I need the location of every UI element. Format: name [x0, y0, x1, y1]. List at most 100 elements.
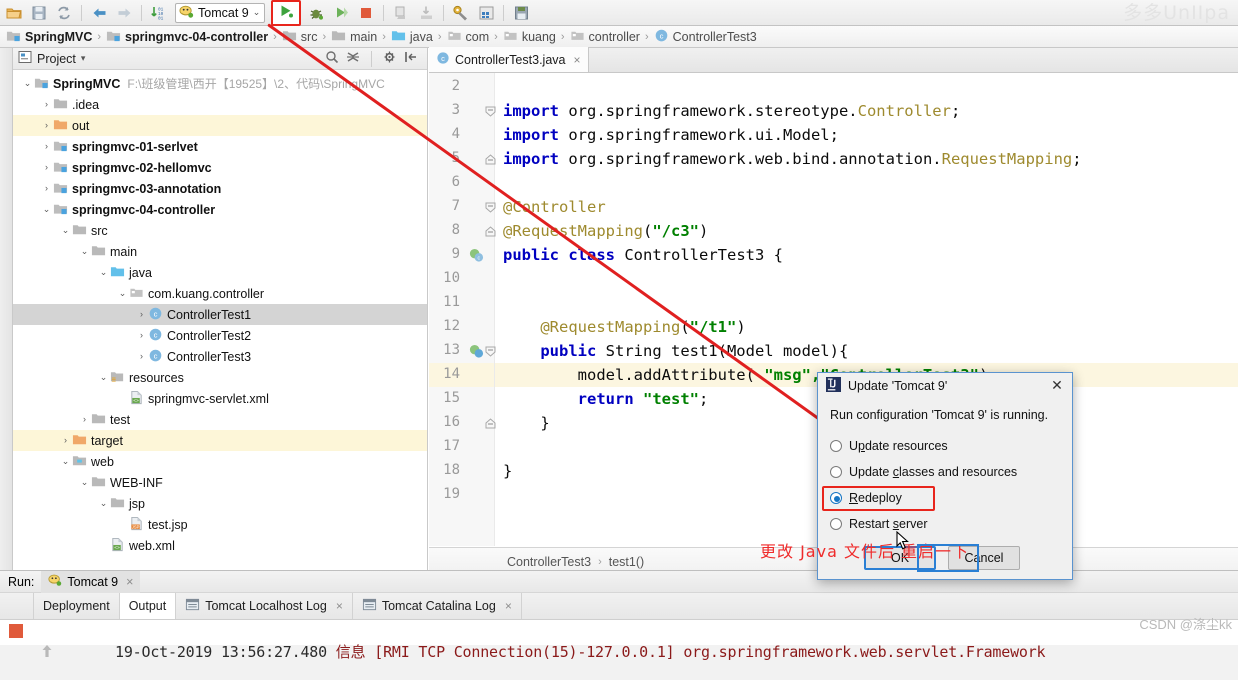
tree-node-springmvc[interactable]: ⌄ SpringMVC F:\班级管理\西开【19525】\2、代码\SpringM… [13, 73, 427, 94]
code-line-18[interactable]: } [503, 459, 512, 483]
tree-node-out[interactable]: › out [13, 115, 427, 136]
breadcrumb-item-main[interactable]: main [329, 28, 379, 46]
project-tree[interactable]: ⌄ SpringMVC F:\班级管理\西开【19525】\2、代码\SpringM… [13, 71, 427, 576]
tree-node-test[interactable]: › test [13, 409, 427, 430]
run-subtab-tomcat-localhost-log[interactable]: Tomcat Localhost Log × [175, 593, 353, 619]
chevron-right-icon[interactable]: › [40, 184, 53, 193]
radio-option-3[interactable]: Restart server [830, 511, 1060, 537]
chevron-down-icon[interactable]: ⌄ [40, 205, 53, 214]
code-line-12[interactable]: @RequestMapping("/t1") [503, 315, 745, 339]
chevron-right-icon[interactable]: › [40, 142, 53, 151]
chevron-right-icon[interactable]: › [40, 163, 53, 172]
chevron-down-icon[interactable]: ⌄ [59, 226, 72, 235]
tree-node-springmvc-01-serlvet[interactable]: › springmvc-01-serlvet [13, 136, 427, 157]
gear-icon[interactable] [383, 50, 397, 67]
radio-button-icon[interactable] [830, 492, 842, 504]
close-icon[interactable]: × [126, 575, 133, 589]
tree-node-target[interactable]: › target [13, 430, 427, 451]
class-gutter-icon[interactable]: c [469, 248, 484, 266]
code-line-3[interactable]: import org.springframework.stereotype.Co… [503, 99, 960, 123]
tree-node-controllertest2[interactable]: › c ControllerTest2 [13, 325, 427, 346]
tree-node-java[interactable]: ⌄ java [13, 262, 427, 283]
radio-button-icon[interactable] [830, 518, 842, 530]
run-coverage-icon[interactable] [329, 2, 353, 24]
radio-button-icon[interactable] [830, 466, 842, 478]
sync-icon[interactable] [52, 2, 76, 24]
breadcrumb-item-controllertest3[interactable]: c ControllerTest3 [652, 28, 759, 46]
run-subtab-output[interactable]: Output [118, 593, 177, 619]
tree-node-springmvc-02-hellomvc[interactable]: › springmvc-02-hellomvc [13, 157, 427, 178]
chevron-down-icon[interactable]: ⌄ [59, 457, 72, 466]
breadcrumb-method[interactable]: test1() [609, 555, 644, 569]
run-button-highlight[interactable] [271, 0, 302, 26]
tree-node-resources[interactable]: ⌄ resources [13, 367, 427, 388]
chevron-down-icon[interactable]: ⌄ [97, 373, 110, 382]
run-config-tab-tomcat9[interactable]: Tomcat 9 × [41, 570, 141, 593]
radio-option-0[interactable]: Update resources [830, 433, 1060, 459]
stop-icon[interactable] [354, 2, 378, 24]
close-icon[interactable]: ✕ [1046, 377, 1068, 394]
scroll-up-icon[interactable] [40, 643, 54, 662]
hide-panel-icon[interactable] [404, 50, 418, 67]
chevron-down-icon[interactable]: ⌄ [78, 247, 91, 256]
code-line-5[interactable]: import org.springframework.web.bind.anno… [503, 147, 1082, 171]
chevron-down-icon[interactable]: ⌄ [97, 499, 110, 508]
stop-icon[interactable] [9, 624, 23, 638]
collapse-all-icon[interactable] [346, 50, 360, 67]
tree-node-src[interactable]: ⌄ src [13, 220, 427, 241]
method-gutter-icon[interactable] [469, 344, 484, 362]
chevron-right-icon[interactable]: › [40, 100, 53, 109]
run-subtab-tomcat-catalina-log[interactable]: Tomcat Catalina Log × [351, 593, 522, 619]
radio-option-2[interactable]: Redeploy [830, 485, 1060, 511]
tree-node-web-inf[interactable]: ⌄ WEB-INF [13, 472, 427, 493]
tree-node-.idea[interactable]: › .idea [13, 94, 427, 115]
code-line-7[interactable]: @Controller [503, 195, 606, 219]
radio-button-icon[interactable] [830, 440, 842, 452]
update-app-icon[interactable] [414, 2, 438, 24]
tree-node-springmvc-04-controller[interactable]: ⌄ springmvc-04-controller [13, 199, 427, 220]
tree-node-controllertest3[interactable]: › c ControllerTest3 [13, 346, 427, 367]
chevron-right-icon[interactable]: › [78, 415, 91, 424]
tree-node-test.jsp[interactable]: JSP test.jsp [13, 514, 427, 535]
breadcrumb-item-controller[interactable]: controller [568, 28, 642, 46]
editor-gutter[interactable]: 23456789c10111213141516171819 [429, 73, 496, 546]
run-subtab-deployment[interactable]: Deployment [33, 593, 120, 619]
chevron-down-icon[interactable]: ⌄ [78, 478, 91, 487]
breadcrumb-item-springmvc-04-controller[interactable]: springmvc-04-controller [104, 28, 270, 46]
breadcrumb-item-java[interactable]: java [389, 28, 435, 46]
run-configuration-selector[interactable]: Tomcat 9 ⌄ [175, 2, 266, 23]
save-db-icon[interactable] [509, 2, 533, 24]
code-line-16[interactable]: } [503, 411, 549, 435]
chevron-down-icon[interactable]: ⌄ [253, 7, 261, 18]
tree-node-web[interactable]: ⌄ web [13, 451, 427, 472]
chevron-right-icon[interactable]: › [135, 310, 148, 319]
project-structure-icon[interactable] [474, 2, 498, 24]
code-line-15[interactable]: return "test"; [503, 387, 709, 411]
breadcrumb-item-springmvc[interactable]: SpringMVC [4, 28, 94, 46]
tree-node-springmvc-servlet.xml[interactable]: <> springmvc-servlet.xml [13, 388, 427, 409]
tree-node-web.xml[interactable]: <> web.xml [13, 535, 427, 556]
chevron-down-icon[interactable]: ⌄ [116, 289, 129, 298]
run-sub-tabs[interactable]: Deployment Output Tomcat Localhost Log × Tom… [0, 593, 1238, 620]
run-icon[interactable] [278, 3, 294, 22]
chevron-right-icon[interactable]: › [135, 331, 148, 340]
back-arrow-icon[interactable] [87, 2, 111, 24]
chevron-right-icon[interactable]: › [59, 436, 72, 445]
debug-icon[interactable] [304, 2, 328, 24]
code-line-8[interactable]: @RequestMapping("/c3") [503, 219, 708, 243]
breadcrumb-item-kuang[interactable]: kuang [501, 28, 558, 46]
tree-node-main[interactable]: ⌄ main [13, 241, 427, 262]
radio-option-1[interactable]: Update classes and resources [830, 459, 1060, 485]
close-icon[interactable]: × [505, 599, 512, 613]
code-line-9[interactable]: public class ControllerTest3 { [503, 243, 783, 267]
save-all-icon[interactable] [27, 2, 51, 24]
tree-node-jsp[interactable]: ⌄ jsp [13, 493, 427, 514]
close-icon[interactable]: × [573, 53, 580, 67]
editor-tab-controllertest3[interactable]: c ControllerTest3.java × [429, 47, 590, 72]
deploy-icon[interactable] [389, 2, 413, 24]
close-icon[interactable]: × [336, 599, 343, 613]
tree-node-controllertest1[interactable]: › c ControllerTest1 [13, 304, 427, 325]
breadcrumb-item-com[interactable]: com [445, 28, 492, 46]
chevron-down-icon[interactable]: ⌄ [21, 79, 34, 88]
sort-numeric-icon[interactable]: 01 10 01 [147, 2, 171, 24]
